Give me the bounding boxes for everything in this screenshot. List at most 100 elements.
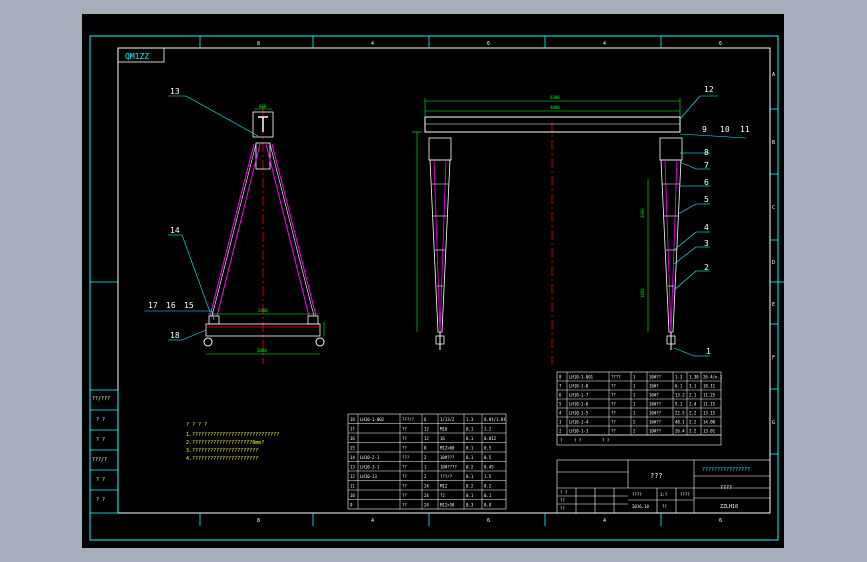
side-dim-width: 2400: [258, 308, 268, 313]
table-right-cell-r5-c2: ??: [611, 420, 616, 425]
table-left-cell-r0-c3: 6: [424, 417, 427, 422]
balloon-17: 17: [148, 301, 158, 310]
title-drawing-no: ????: [632, 492, 642, 497]
table-right-cell-r3-c1: LH10-1-6: [569, 402, 589, 407]
table-right-cell-r6-c1: LH10-1-3: [569, 429, 589, 434]
table-left-cell-r3-c5: 0.1: [466, 446, 474, 451]
table-left-cell-r3-c4: M12×60: [440, 446, 455, 451]
table-left-cell-r6-c5: 0.1: [466, 474, 474, 479]
table-left-cell-r9-c0: 9: [350, 503, 353, 508]
cad-viewport: 8 4 6 4 6 8 4 6 4 6 A B C D E F G ??/???…: [82, 14, 784, 548]
table-right-cell-r6-c4: 10#??: [649, 429, 662, 434]
table-right-cell-r2-c2: ??: [611, 393, 616, 398]
table-left-cell-r2-c2: ??: [402, 436, 407, 441]
table-right-cell-r6-c6: 2.2: [689, 429, 697, 434]
technical-notes: ? ? ? ? 1.????????????????????????????? …: [186, 422, 279, 462]
side-dim-base: 2000: [257, 348, 267, 353]
zone-bottom-1: 8: [257, 518, 260, 524]
table-right-cell-r0-c3: 1: [633, 375, 636, 380]
table-left-cell-r2-c0: 16: [350, 436, 355, 441]
balloon-3: 3: [704, 239, 709, 248]
zone-bottom-3: 6: [487, 518, 490, 524]
table-left-cell-r5-c4: 10#????: [440, 465, 457, 470]
table-left-cell-r8-c4: ?2: [440, 493, 445, 498]
table-right-cell-r1-c4: 10#?: [649, 384, 659, 389]
table-left-cell-r0-c2: ???/?: [402, 417, 415, 422]
table-right-cell-r5-c0: 3: [559, 420, 562, 425]
table-right-cell-r6-c2: ??: [611, 429, 616, 434]
left-strip-label-2: ? ?: [96, 417, 105, 423]
left-strip-label-3: ? ?: [96, 437, 105, 443]
table-left-cell-r6-c3: 2: [424, 474, 427, 479]
table-left-cell-r7-c2: ??: [402, 484, 407, 489]
table-right-cell-r4-c3: 1: [633, 411, 636, 416]
table-right-cell-r1-c3: 1: [633, 384, 636, 389]
zone-right-g: G: [772, 420, 775, 426]
table-right-cell-r4-c4: 10#??: [649, 411, 662, 416]
balloon-4: 4: [704, 223, 709, 232]
table-left-cell-r4-c0: 14: [350, 455, 355, 460]
table-left-cell-r5-c1: LH10-3-1: [360, 465, 380, 470]
table-left-cell-r9-c4: M12×50: [440, 503, 455, 508]
side-wheel-left: [203, 337, 213, 347]
table-left-cell-r9-c5: 0.3: [466, 503, 474, 508]
balloon-13: 13: [170, 87, 180, 96]
table-right-cell-r6-c5: 26.4: [675, 429, 685, 434]
front-view: 6300 4000 2000 1800: [412, 95, 683, 364]
zone-right-f: F: [772, 355, 775, 361]
title-signature-3: ??: [560, 506, 565, 511]
table-right-header-frame: [556, 434, 722, 446]
side-dimensions: [206, 108, 325, 355]
balloon-7: 7: [704, 161, 709, 170]
balloon-12: 12: [704, 85, 714, 94]
table-left-cell-r0-c4: 1/13/2: [440, 417, 455, 422]
table-right-header-1: ? ?: [574, 438, 582, 443]
balloon-18: 18: [170, 331, 180, 340]
parts-table-right: 8 LH10-1-001???? 1 10#?? 1.3 1.30 26.4/n.1 7 LH1…: [556, 371, 723, 446]
left-strip-label-5: ? ?: [96, 477, 105, 483]
balloon-10: 10: [720, 125, 730, 134]
table-left-cell-r6-c2: ??: [402, 474, 407, 479]
table-right-cell-r1-c5: 6.1: [675, 384, 683, 389]
table-left-cell-r0-c0: 18: [350, 417, 355, 422]
zone-top-4: 4: [603, 41, 606, 47]
table-right-cell-r0-c7: 26.4/n.1: [703, 375, 723, 380]
title-signature-1: ? ?: [560, 490, 568, 495]
notes-heading: ? ? ? ?: [186, 422, 207, 428]
title-scale: 1:?: [660, 492, 668, 497]
balloon-6: 6: [704, 178, 709, 187]
zone-right-e: E: [772, 302, 775, 308]
table-right-cell-r2-c6: 2.1: [689, 393, 697, 398]
balloon-5: 5: [704, 195, 709, 204]
table-right-cell-r5-c4: 10#??: [649, 420, 662, 425]
table-left-cell-r4-c1: LH10-2-1: [360, 455, 380, 460]
table-left-cell-r6-c1: LH10-13: [360, 474, 377, 479]
parts-table-left: 18 LH10-1-002 ???/? 6 1/13/2 1.3 8.8t/1.8t17??…: [347, 413, 507, 510]
title-company: ????????????????: [702, 467, 750, 473]
table-left-cell-r0-c1: LH10-1-002: [360, 417, 385, 422]
zone-top-2: 4: [371, 41, 374, 47]
notes-line-2: 2.????????????????????8mm?: [186, 440, 264, 446]
table-left-cell-r7-c0: 11: [350, 484, 355, 489]
table-left-cell-r4-c3: 2: [424, 455, 427, 460]
balloon-11: 11: [740, 125, 750, 134]
zone-top-3: 6: [487, 41, 490, 47]
table-left-cell-r1-c2: ??: [402, 427, 407, 432]
table-left-cell-r3-c3: 8: [424, 446, 427, 451]
table-left-cell-r6-c4: ???/?: [440, 474, 453, 479]
zone-right-c: C: [772, 205, 775, 211]
zone-top-5: 6: [719, 41, 722, 47]
table-left-cell-r7-c6: 0.2: [484, 484, 492, 489]
zone-top-1: 8: [257, 41, 260, 47]
notes-line-3: 3.??????????????????????: [186, 448, 258, 454]
table-right-cell-r2-c0: 6: [559, 393, 562, 398]
balloon-14: 14: [170, 226, 180, 235]
front-main-beam: [424, 116, 681, 133]
side-view: 2400 2000 600: [203, 104, 325, 364]
table-left-cell-r9-c6: 0.8: [484, 503, 492, 508]
left-strip: [89, 389, 119, 514]
table-right-cell-r0-c2: ????: [611, 375, 621, 380]
title-date: 2016.10: [632, 504, 649, 509]
balloon-9: 9: [702, 125, 707, 134]
table-right-cell-r3-c4: 10#??: [649, 402, 662, 407]
